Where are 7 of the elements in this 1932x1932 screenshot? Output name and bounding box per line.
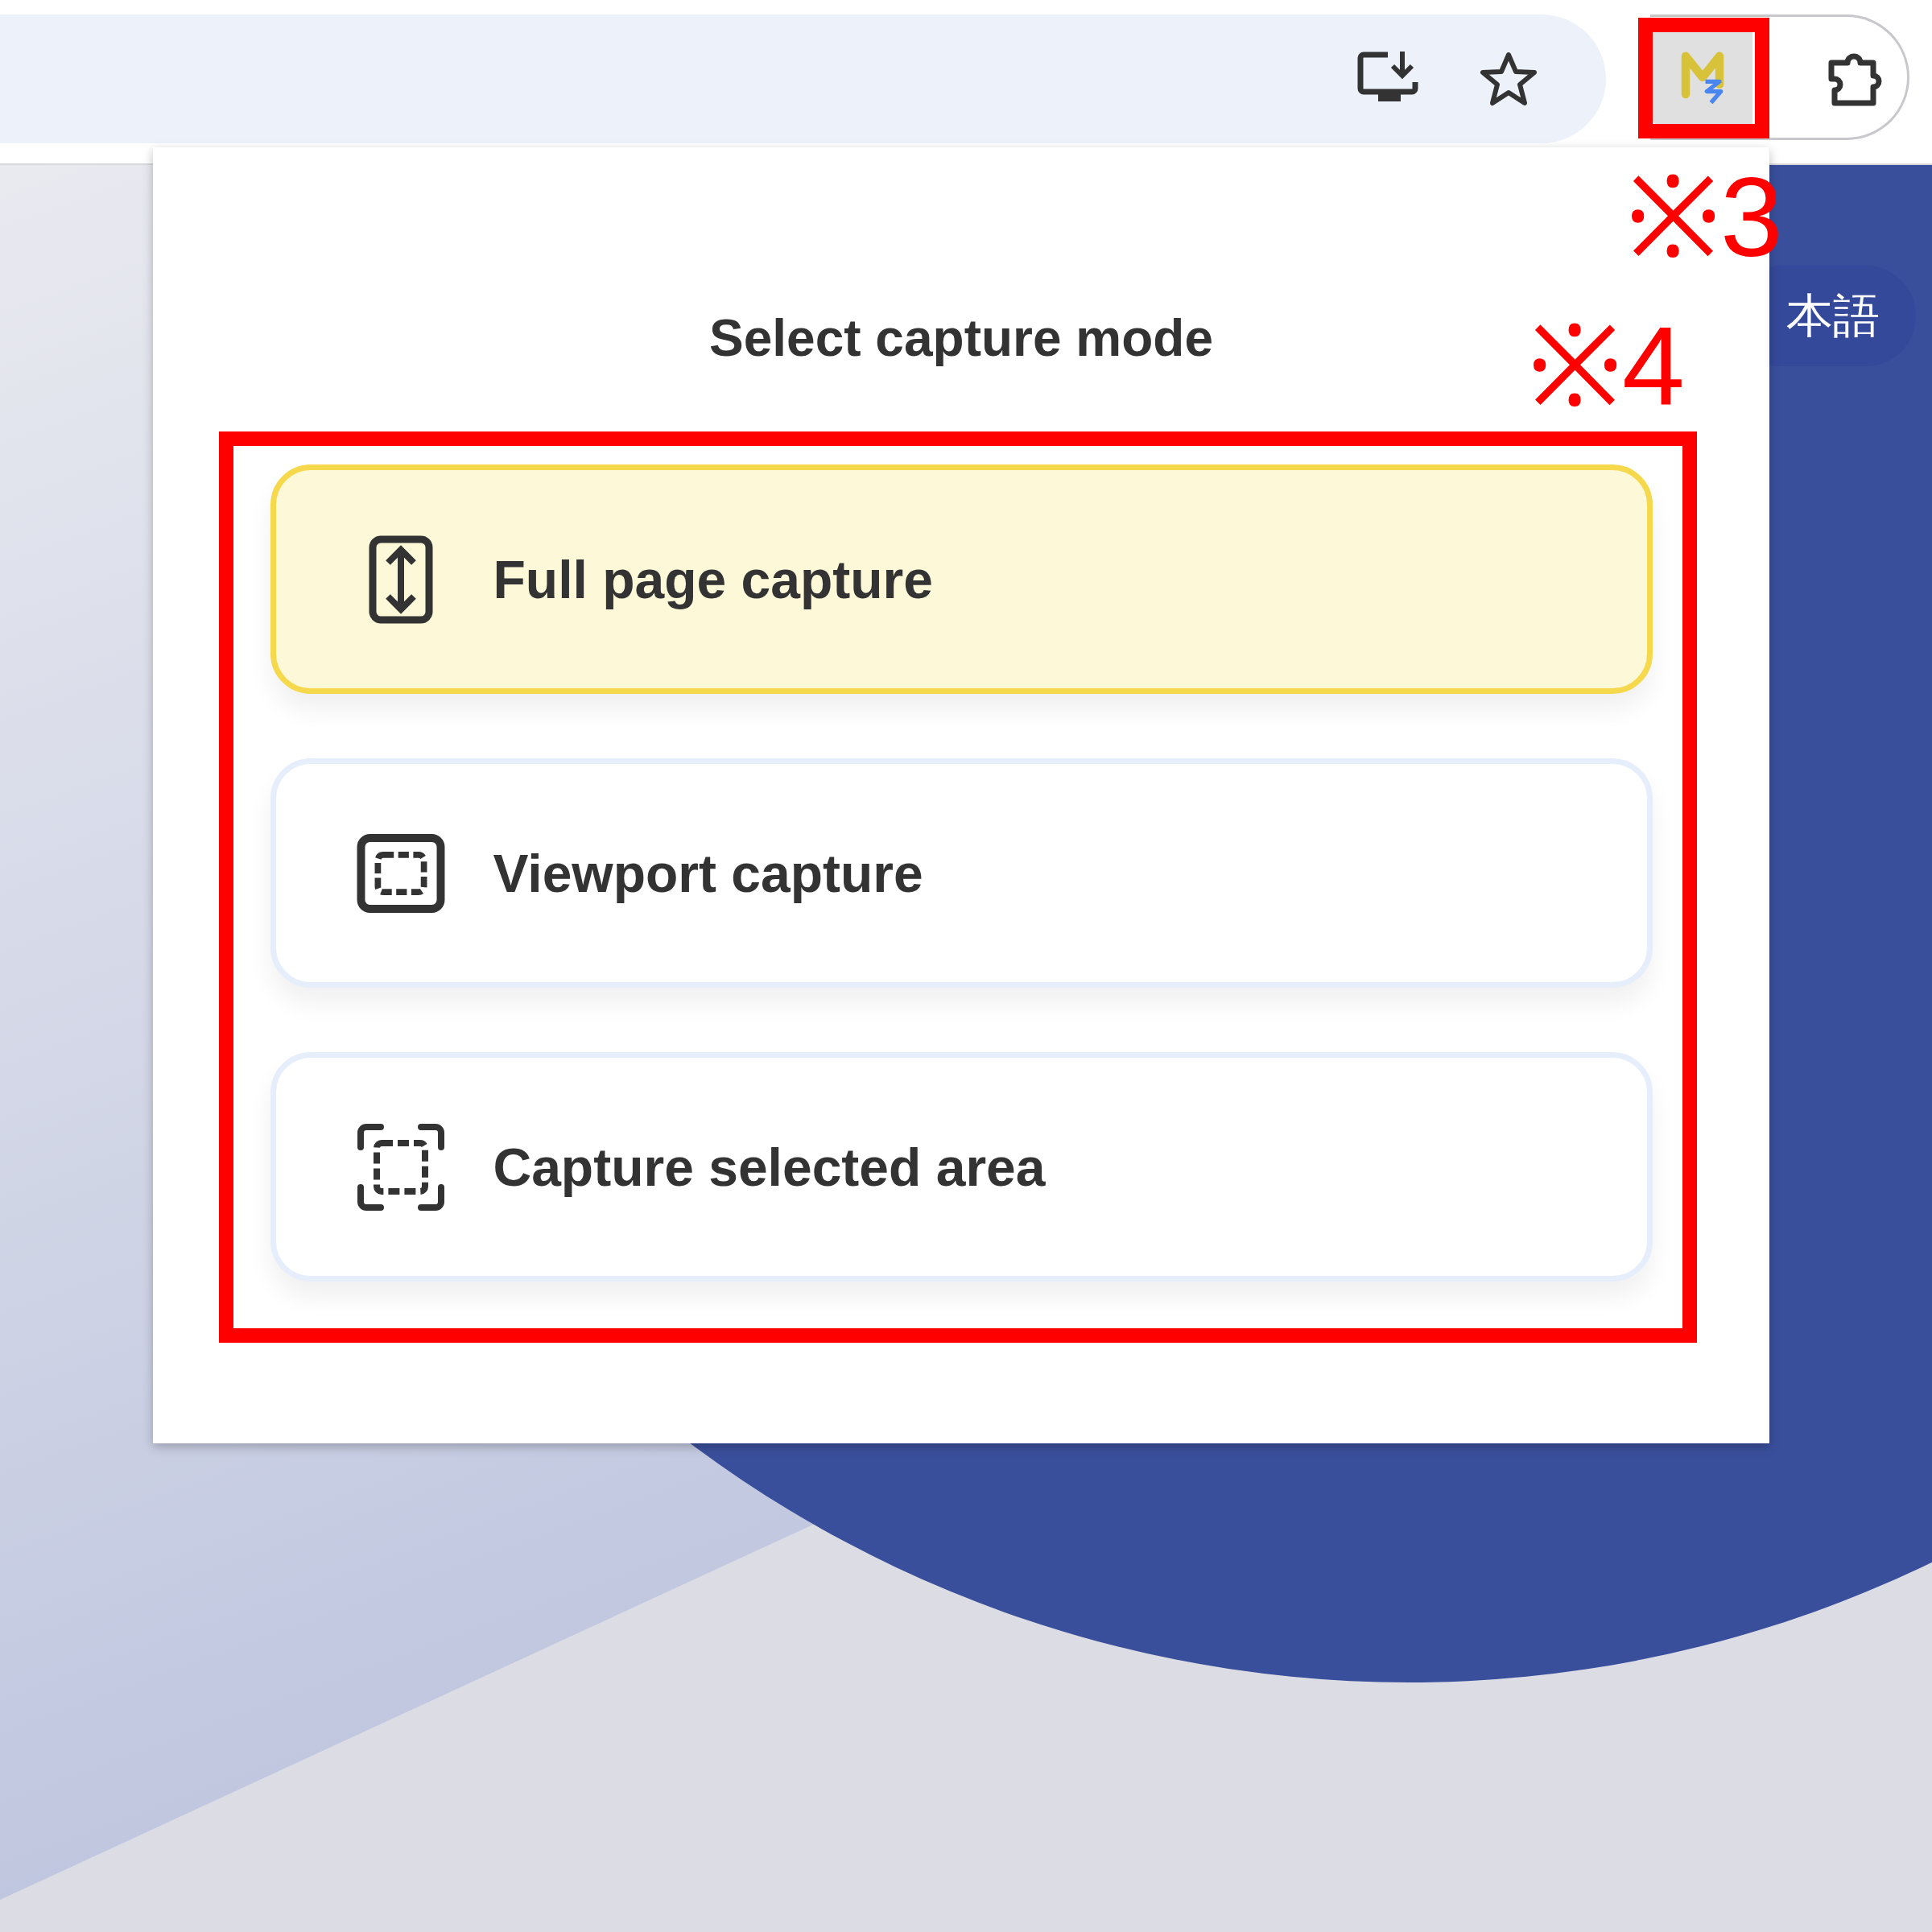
annotation-label: ※4 (1528, 310, 1685, 423)
capture-option[interactable]: Capture selected area (270, 1052, 1653, 1282)
capture-option[interactable]: Full page capture (270, 464, 1653, 694)
popup-title: Select capture mode (709, 308, 1213, 368)
selection-icon (356, 1122, 445, 1212)
capture-option[interactable]: Viewport capture (270, 758, 1653, 988)
star-icon[interactable] (1480, 50, 1538, 108)
